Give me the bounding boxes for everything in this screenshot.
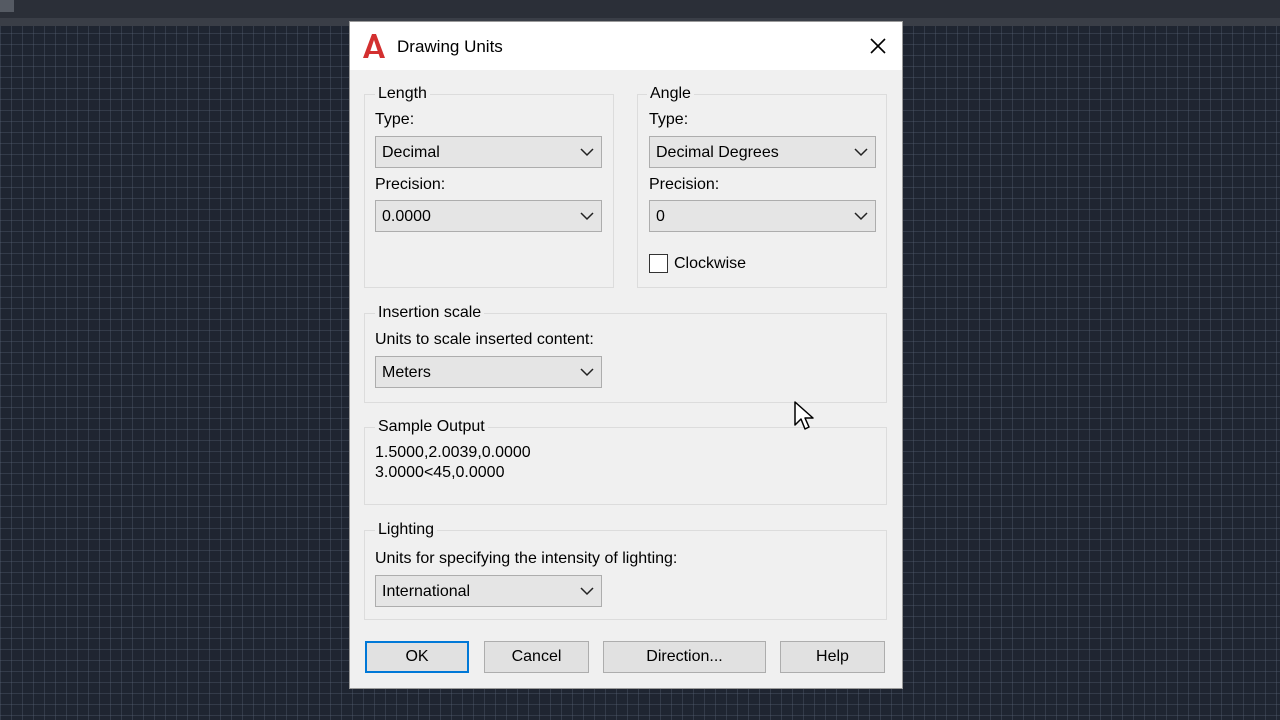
- sample-output-legend: Sample Output: [375, 418, 488, 436]
- angle-legend: Angle: [647, 85, 694, 103]
- clockwise-label[interactable]: Clockwise: [674, 255, 746, 273]
- clockwise-checkbox[interactable]: [649, 254, 668, 273]
- length-type-value: Decimal: [382, 144, 440, 161]
- lighting-units-select[interactable]: International: [375, 575, 602, 607]
- sample-output-line-2: 3.0000<45,0.0000: [375, 464, 505, 481]
- chevron-down-icon: [580, 587, 594, 596]
- chevron-down-icon: [580, 148, 594, 157]
- autocad-logo-icon: [363, 34, 385, 58]
- dialog-titlebar[interactable]: Drawing Units: [350, 22, 902, 70]
- chevron-down-icon: [854, 212, 868, 221]
- angle-precision-select[interactable]: 0: [649, 200, 876, 232]
- insertion-units-select[interactable]: Meters: [375, 356, 602, 388]
- angle-type-select[interactable]: Decimal Degrees: [649, 136, 876, 168]
- dialog-title: Drawing Units: [397, 37, 503, 56]
- length-type-label: Type:: [375, 111, 415, 128]
- angle-type-value: Decimal Degrees: [656, 144, 779, 161]
- length-precision-label: Precision:: [375, 176, 446, 193]
- lighting-units-label: Units for specifying the intensity of li…: [375, 550, 678, 567]
- length-legend: Length: [375, 85, 430, 103]
- lighting-legend: Lighting: [375, 521, 438, 539]
- direction-button[interactable]: Direction...: [603, 641, 766, 673]
- cancel-button[interactable]: Cancel: [484, 641, 589, 673]
- drawing-units-dialog: Drawing Units Length Type: Decimal Preci…: [349, 21, 903, 689]
- mouse-pointer-icon: [794, 401, 814, 430]
- insertion-scale-legend: Insertion scale: [375, 304, 485, 322]
- length-precision-select[interactable]: 0.0000: [375, 200, 602, 232]
- chevron-down-icon: [580, 368, 594, 377]
- chevron-down-icon: [854, 148, 868, 157]
- chevron-down-icon: [580, 212, 594, 221]
- length-type-select[interactable]: Decimal: [375, 136, 602, 168]
- angle-precision-label: Precision:: [649, 176, 720, 193]
- angle-type-label: Type:: [649, 111, 689, 128]
- insertion-units-value: Meters: [382, 364, 431, 381]
- workspace-corner: [0, 0, 14, 12]
- close-icon[interactable]: [862, 32, 894, 60]
- sample-output-line-1: 1.5000,2.0039,0.0000: [375, 444, 531, 461]
- insertion-units-label: Units to scale inserted content:: [375, 331, 594, 348]
- length-precision-value: 0.0000: [382, 208, 431, 225]
- help-button[interactable]: Help: [780, 641, 885, 673]
- angle-precision-value: 0: [656, 208, 665, 225]
- ok-button[interactable]: OK: [365, 641, 469, 673]
- lighting-units-value: International: [382, 583, 471, 600]
